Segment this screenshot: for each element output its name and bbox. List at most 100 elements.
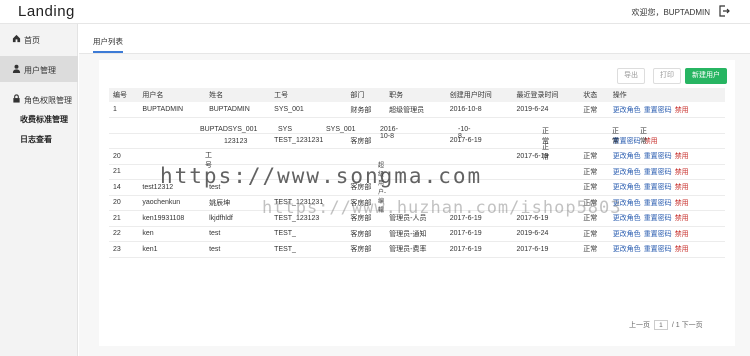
ghost-cell: SYS_001 (326, 126, 356, 133)
disable-link[interactable]: 禁用 (675, 184, 689, 191)
reset-password-link[interactable]: 重置密码 (644, 215, 672, 222)
sidebar-item-label: 用户管理 (24, 66, 56, 75)
reset-password-link[interactable]: 重置密码 (644, 200, 672, 207)
row-actions: 更改角色 重置密码 禁用 (608, 102, 725, 118)
table-cell (445, 117, 513, 134)
disable-link[interactable]: 禁用 (675, 231, 689, 238)
column-header[interactable]: 用户名 (138, 88, 206, 102)
table-cell: 正常 (579, 241, 609, 258)
ghost-cell: 正常 (542, 144, 549, 161)
change-role-link[interactable]: 更改角色 (613, 184, 641, 191)
tab-bar: 用户列表 (79, 24, 750, 54)
table-cell: 2017-6-19 (512, 241, 580, 258)
sidebar-item-user-management[interactable]: 用户管理 (0, 56, 78, 82)
table-cell: 客房部 (346, 226, 386, 242)
reset-password-link[interactable]: 重置密码 (644, 169, 672, 176)
ghost-cell: 2016-10-8 (380, 126, 398, 140)
table-cell (445, 148, 513, 165)
change-role-link[interactable]: 更改角色 (613, 153, 641, 160)
table-cell (138, 117, 206, 134)
table-cell: BUPTADMIN (138, 102, 206, 118)
row-actions: 更改角色 重置密码 禁用 (608, 195, 725, 211)
column-header[interactable]: 职务 (385, 88, 446, 102)
ghost-cell: SYS (278, 126, 293, 133)
column-header[interactable]: 状态 (579, 88, 609, 102)
disable-link[interactable]: 禁用 (675, 169, 689, 176)
reset-password-link[interactable]: 重置密码 (644, 231, 672, 238)
table-cell (109, 133, 139, 149)
table-cell: 财务部 (346, 102, 386, 118)
disable-link[interactable]: 禁用 (675, 246, 689, 253)
table-cell (512, 164, 580, 180)
row-actions: 更改角色 重置密码 禁用 (608, 210, 725, 227)
row-actions: 更改角色 重置密码 禁用 (608, 179, 725, 196)
column-header[interactable]: 工号 (270, 88, 347, 102)
table-cell: 客房部 (346, 241, 386, 258)
row-actions: 更改角色 重置密码 禁用 (608, 226, 725, 242)
table-cell: TEST_1231231 (270, 133, 347, 149)
table-cell: 管理员-费率 (385, 241, 446, 258)
app-logo[interactable]: Landing (18, 3, 75, 20)
row-actions: 重置密码 禁用 (608, 133, 725, 149)
table-cell: 2019-6-24 (512, 226, 580, 242)
pagination: 上一页 1 / 1 下一页 (629, 320, 703, 331)
prev-page-button[interactable]: 上一页 (629, 322, 650, 329)
tab-user-list[interactable]: 用户列表 (93, 36, 123, 53)
ghost-cell: 123123 (224, 138, 248, 145)
disable-link[interactable]: 禁用 (675, 153, 689, 160)
change-role-link[interactable]: 更改角色 (613, 231, 641, 238)
ghost-cell: BUPTADSYS_001 (200, 126, 258, 133)
main-content: 用户列表 导出 打印 新建用户 编号 用户名 姓名 工号 部门 职务 创建用户时… (79, 24, 750, 356)
logout-icon[interactable] (718, 5, 730, 17)
change-role-link[interactable]: 更改角色 (613, 169, 641, 176)
reset-password-link[interactable]: 重置密码 (644, 153, 672, 160)
home-icon (12, 34, 21, 43)
export-button[interactable]: 导出 (617, 68, 645, 84)
column-header[interactable]: 操作 (608, 88, 725, 102)
table-cell: 14 (109, 179, 139, 196)
column-header[interactable]: 创建用户时间 (445, 88, 513, 102)
welcome-text: 欢迎您，BUPTADMIN (631, 8, 710, 17)
sidebar-subitem-fee-standard[interactable]: 收费标准管理 (20, 114, 68, 125)
watermark-songma: https://www.songma.com (160, 164, 483, 188)
watermark-huzhan: https://www.huzhan.com/ishop5803 (262, 198, 622, 218)
sidebar-item-label: 首页 (24, 36, 40, 45)
new-user-button[interactable]: 新建用户 (685, 68, 727, 84)
table-row: 22 ken test TEST_ 客房部 管理员-通知 2017-6-19 2019-6-2… (109, 226, 725, 242)
table-cell: lkjdfhldf (205, 210, 271, 227)
next-page-button[interactable]: 下一页 (682, 322, 703, 329)
column-header[interactable]: 最近登录时间 (512, 88, 580, 102)
column-header[interactable]: 部门 (346, 88, 386, 102)
reset-password-link[interactable]: 重置密码 (644, 184, 672, 191)
table-cell: 21 (109, 164, 139, 180)
disable-link[interactable]: 禁用 (675, 107, 689, 114)
reset-password-link[interactable]: 重置密码 (644, 107, 672, 114)
sidebar-subitem-log-view[interactable]: 日志查看 (20, 134, 52, 145)
change-role-link[interactable]: 更改角色 (613, 107, 641, 114)
table-cell: ken19931108 (138, 210, 206, 227)
table-cell: 2016-10-8 (445, 102, 513, 118)
table-cell: 1 (109, 102, 139, 118)
table-cell (138, 133, 206, 149)
disable-link[interactable]: 禁用 (675, 200, 689, 207)
sidebar: 首页 用户管理 角色权限管理 收费标准管理 日志查看 (0, 24, 78, 356)
disable-link[interactable]: 禁用 (675, 215, 689, 222)
table-cell: 正常 (579, 179, 609, 196)
table-cell (205, 148, 271, 165)
table-cell (270, 148, 347, 165)
print-button[interactable]: 打印 (653, 68, 681, 84)
page-number-input[interactable]: 1 (653, 320, 668, 331)
user-icon (12, 64, 21, 73)
sidebar-item-role-permission[interactable]: 角色权限管理 (0, 86, 78, 112)
sidebar-item-home[interactable]: 首页 (0, 26, 78, 52)
table-cell: 21 (109, 210, 139, 227)
table-cell: 姚辰坤 (205, 195, 271, 211)
row-actions: 更改角色 重置密码 禁用 (608, 164, 725, 180)
change-role-link[interactable]: 更改角色 (613, 246, 641, 253)
table-cell: 正常 (579, 164, 609, 180)
table-row: 20 2017-6-19 正常 更改角色 重置密码 禁用 (109, 148, 725, 165)
reset-password-link[interactable]: 重置密码 (644, 246, 672, 253)
column-header[interactable]: 姓名 (205, 88, 271, 102)
table-cell: test (205, 241, 271, 258)
column-header[interactable]: 编号 (109, 88, 139, 102)
